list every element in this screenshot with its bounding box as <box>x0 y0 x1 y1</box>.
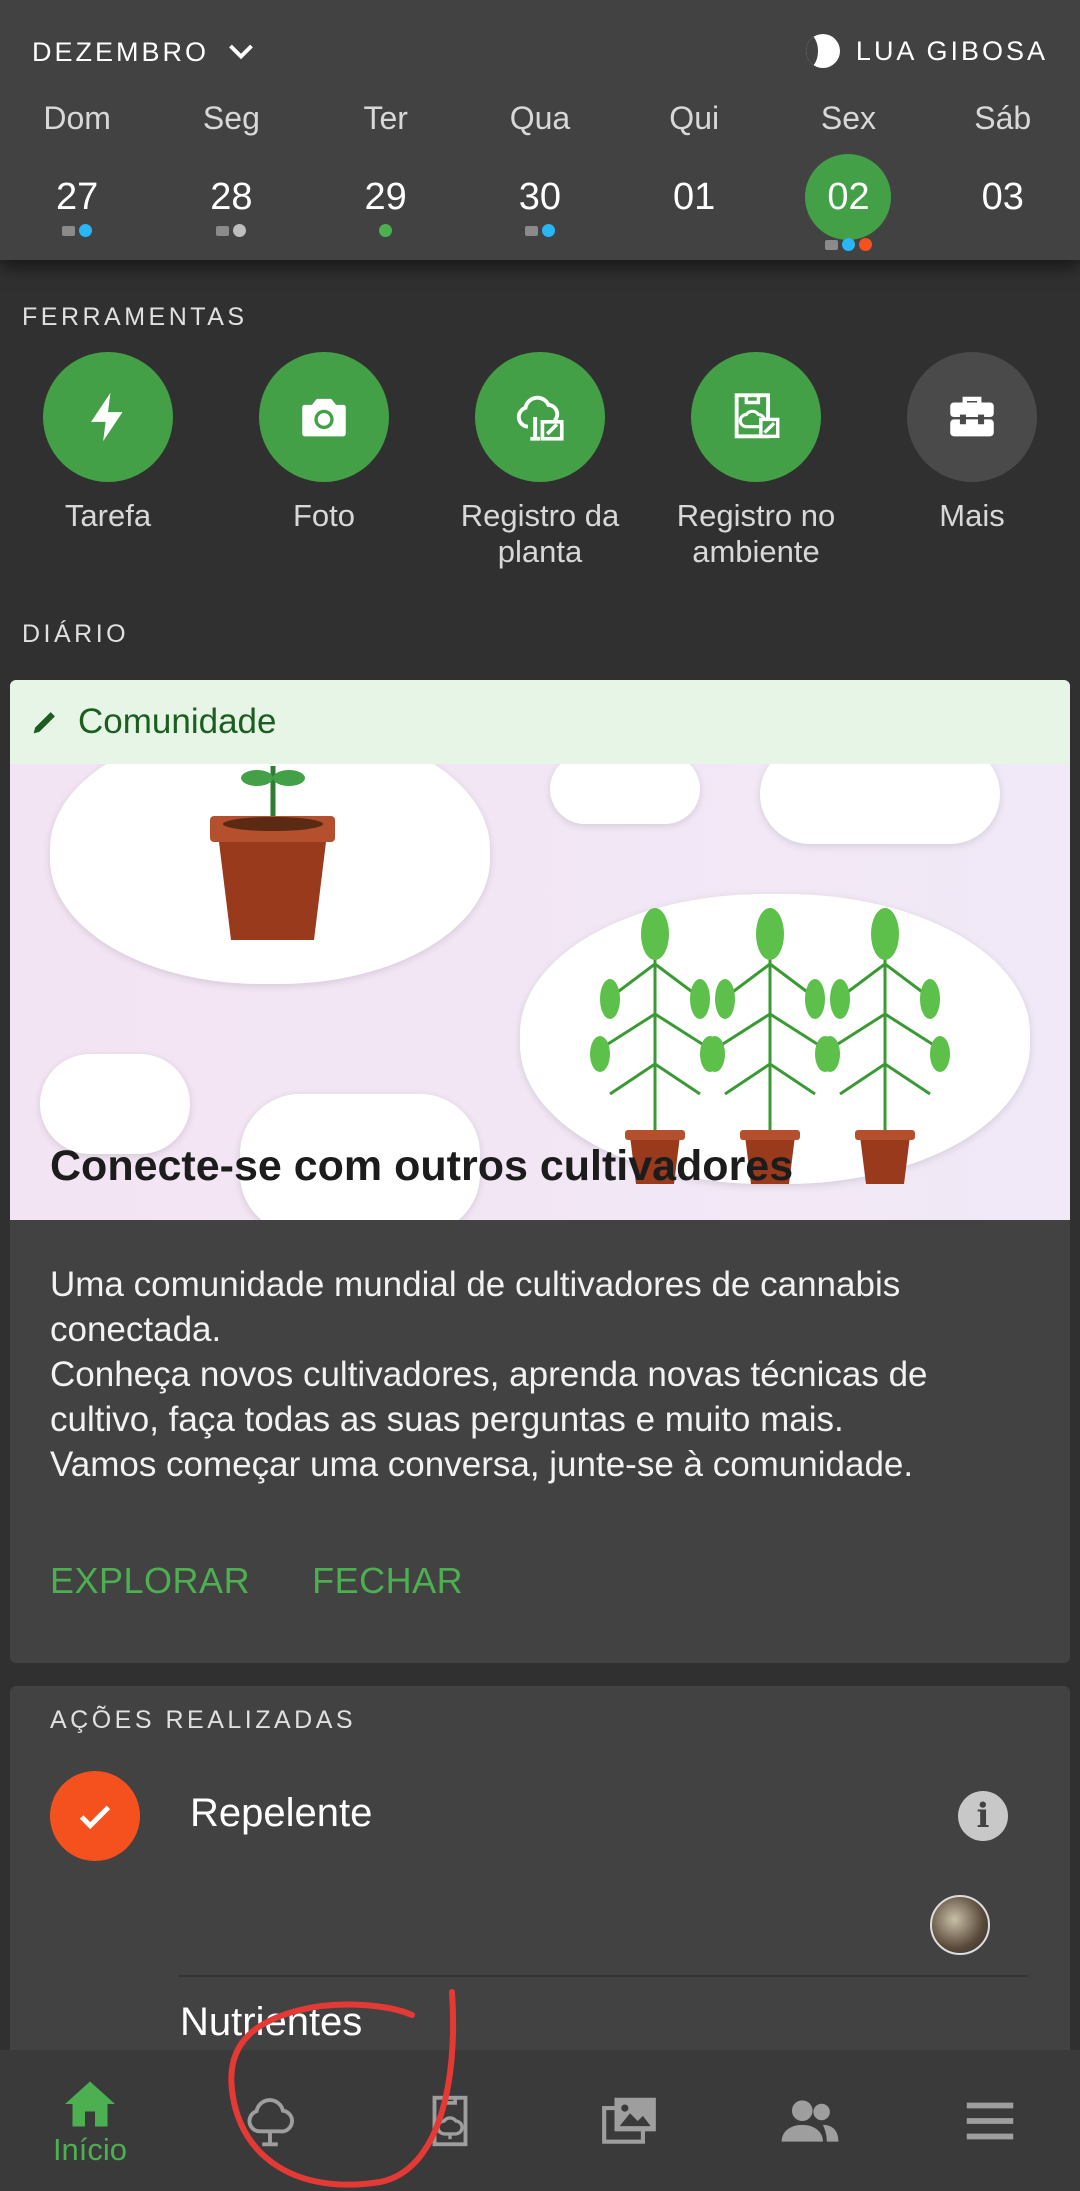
menu-icon <box>966 2102 1014 2139</box>
divider <box>178 1975 1028 1977</box>
tool-photo-button[interactable]: Foto <box>216 352 432 570</box>
nav-community[interactable] <box>720 2050 900 2191</box>
event-dot <box>379 224 393 237</box>
moon-phase-label: LUA GIBOSA <box>855 35 1048 66</box>
event-dot <box>541 224 555 237</box>
tool-label: Tarefa <box>64 498 152 533</box>
toolbox-icon <box>950 396 994 437</box>
calendar-day[interactable]: Sáb 03 <box>926 100 1080 250</box>
calendar-day[interactable]: Qui 01 <box>617 100 771 250</box>
nav-environments[interactable] <box>360 2050 540 2191</box>
tool-label: Foto <box>292 498 356 533</box>
community-text-line: Vamos começar uma conversa, junte-se à c… <box>50 1445 914 1484</box>
calendar-day[interactable]: Qua 30 <box>463 100 617 250</box>
day-markers <box>0 224 154 237</box>
camera-icon <box>302 398 346 437</box>
day-markers <box>771 238 925 251</box>
photo-marker-icon <box>824 240 838 250</box>
community-header-label: Comunidade <box>78 702 277 741</box>
action-item[interactable]: Repelente i <box>50 1771 1030 1861</box>
tool-task-button[interactable]: Tarefa <box>0 352 216 570</box>
tool-environment-log-button[interactable]: Registro no ambiente <box>648 352 864 570</box>
tools-title: FERRAMENTAS <box>22 303 248 331</box>
day-markers <box>463 224 617 237</box>
day-of-week: Seg <box>202 100 260 136</box>
nav-home-label: Início <box>52 2131 128 2167</box>
action-name: Repelente <box>190 1791 373 1835</box>
explore-button[interactable]: EXPLORAR <box>50 1560 250 1602</box>
community-hero-title: Conecte-se com outros cultivadores <box>50 1142 794 1190</box>
nav-menu[interactable] <box>900 2050 1080 2191</box>
bolt-icon <box>91 392 123 442</box>
home-icon <box>65 2081 115 2126</box>
tool-more-button[interactable]: Mais <box>864 352 1080 570</box>
gallery-icon <box>602 2097 656 2144</box>
diary-title: DIÁRIO <box>22 620 130 648</box>
community-text-line: Uma comunidade mundial de cultivadores d… <box>50 1265 901 1349</box>
calendar-day[interactable]: Dom 27 <box>0 100 154 250</box>
avatar <box>930 1895 990 1955</box>
event-dot <box>858 238 872 251</box>
community-description: Uma comunidade mundial de cultivadores d… <box>10 1220 1070 1487</box>
seedling-pot-illustration <box>210 766 335 940</box>
action-name: Nutrientes <box>180 2000 363 2044</box>
environment-icon <box>432 2095 468 2146</box>
community-card: Comunidade Conecte-se com outros cultiva… <box>10 680 1070 1663</box>
day-of-week: Qua <box>509 100 571 136</box>
day-number: 01 <box>673 176 716 218</box>
photo-marker-icon <box>524 226 538 236</box>
tool-label: Registro da planta <box>460 498 620 569</box>
calendar-day[interactable]: Sex 02 <box>771 100 925 251</box>
week-days: Dom 27 Seg 28 Ter 29 Qua 30 Qui 01 Sex 02 Sáb 03 <box>0 100 1080 251</box>
day-of-week: Ter <box>363 100 408 136</box>
moon-phase[interactable]: LUA GIBOSA <box>805 34 1048 68</box>
day-number: 02 <box>805 154 892 240</box>
month-label: DEZEMBRO <box>32 36 210 67</box>
day-of-week: Qui <box>669 100 720 136</box>
close-button[interactable]: FECHAR <box>312 1560 463 1602</box>
tree-icon <box>247 2097 294 2146</box>
moon-icon <box>805 34 840 68</box>
photo-marker-icon <box>216 226 230 236</box>
calendar-header: DEZEMBRO LUA GIBOSA Dom 27 Seg 28 Ter 29 Qua 30… <box>0 0 1080 260</box>
community-text-line: Conheça novos cultivadores, aprenda nova… <box>50 1355 928 1439</box>
bottom-nav: Início <box>0 2050 1080 2191</box>
actions-title: AÇÕES REALIZADAS <box>50 1706 357 1734</box>
tool-label: Mais <box>939 498 1005 533</box>
day-of-week: Sáb <box>974 100 1032 136</box>
month-selector[interactable]: DEZEMBRO <box>32 34 259 70</box>
chevron-down-icon <box>229 44 253 60</box>
day-of-week: Dom <box>43 100 111 136</box>
day-of-week: Sex <box>820 100 877 136</box>
environment-log-icon <box>734 393 780 439</box>
nav-home[interactable]: Início <box>0 2050 180 2191</box>
plant-log-icon <box>516 395 564 441</box>
tools-row: Tarefa Foto Registro da planta Registro … <box>0 352 1080 570</box>
community-card-header: Comunidade <box>10 680 1070 764</box>
community-hero-image: Conecte-se com outros cultivadores <box>10 764 1070 1220</box>
community-icon <box>781 2099 839 2142</box>
check-icon <box>50 1771 140 1861</box>
calendar-day[interactable]: Seg 28 <box>154 100 308 250</box>
photo-marker-icon <box>62 226 76 236</box>
day-markers <box>309 224 463 237</box>
event-dot <box>233 224 247 237</box>
pencil-icon <box>33 712 55 734</box>
event-dot <box>841 238 855 251</box>
tool-plant-log-button[interactable]: Registro da planta <box>432 352 648 570</box>
day-markers <box>154 224 308 237</box>
info-icon[interactable]: i <box>958 1791 1008 1841</box>
calendar-day[interactable]: Ter 29 <box>309 100 463 250</box>
nav-gallery[interactable] <box>540 2050 720 2191</box>
event-dot <box>79 224 93 237</box>
day-number: 03 <box>981 176 1024 218</box>
tool-label: Registro no ambiente <box>676 498 836 569</box>
nav-plants[interactable] <box>180 2050 360 2191</box>
